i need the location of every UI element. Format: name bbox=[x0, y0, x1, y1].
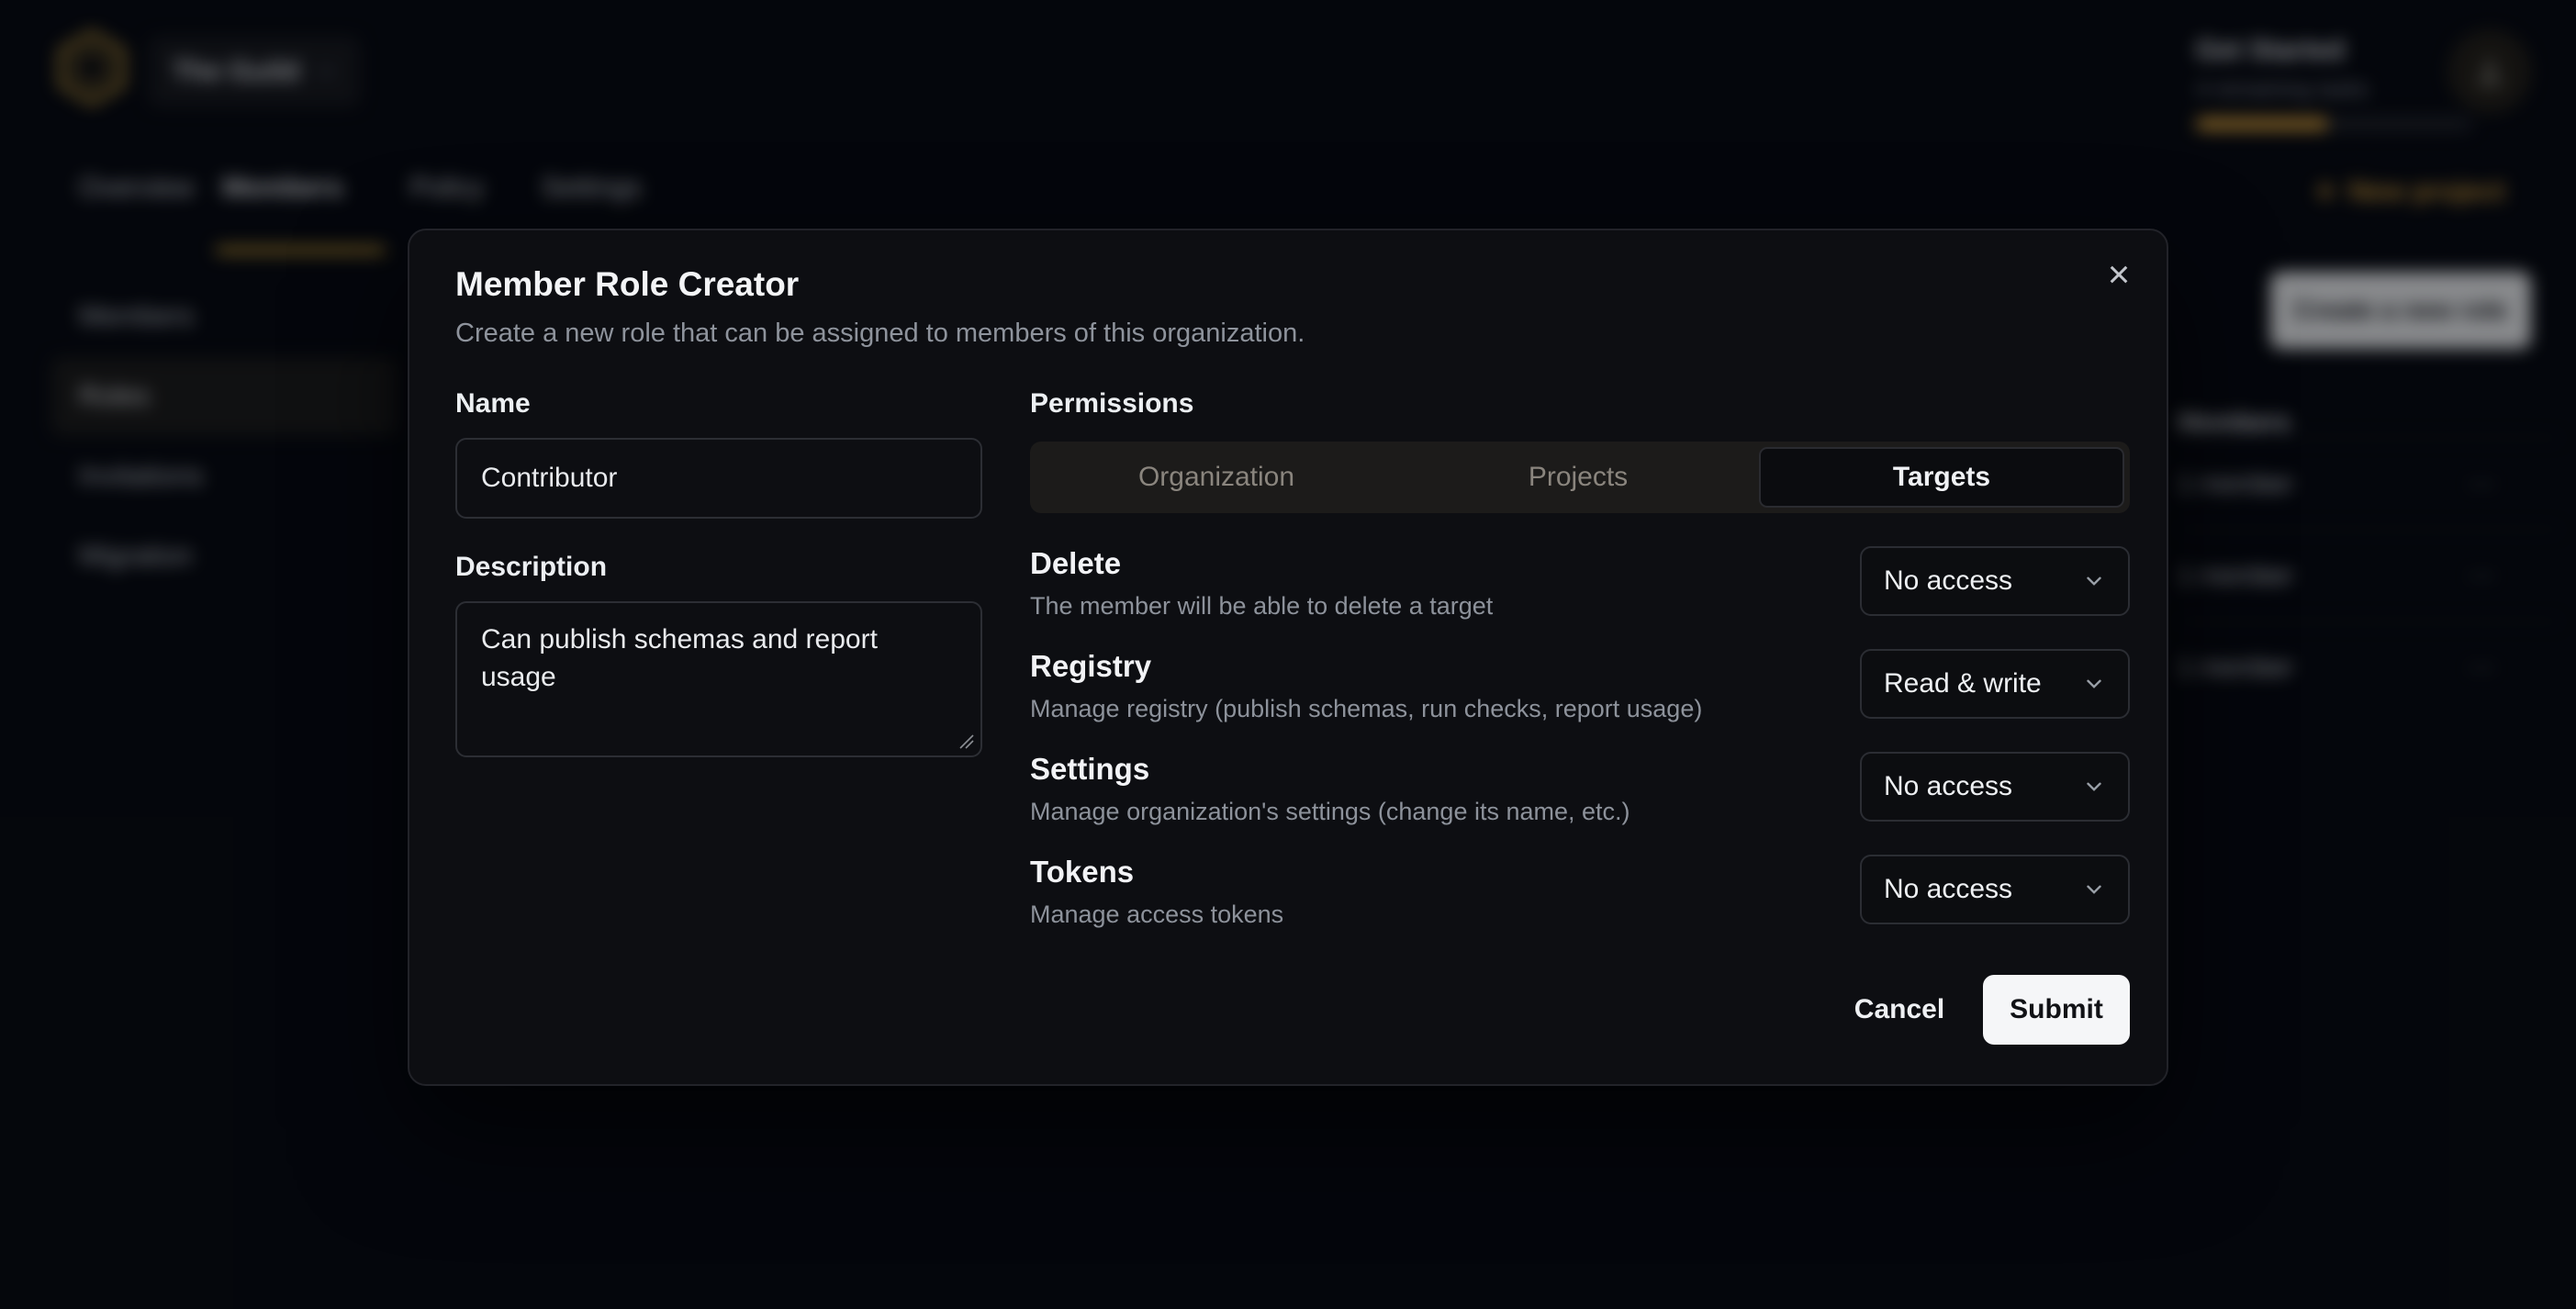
permissions-tablist: Organization Projects Targets bbox=[1030, 442, 2130, 513]
chevron-down-icon bbox=[2082, 569, 2106, 593]
chevron-down-icon bbox=[2082, 672, 2106, 696]
dialog-title: Member Role Creator bbox=[455, 265, 799, 304]
access-select-value: No access bbox=[1884, 771, 2012, 802]
perm-tab-targets[interactable]: Targets bbox=[1759, 447, 2124, 508]
name-input[interactable] bbox=[455, 438, 982, 519]
perm-row-tokens: Tokens Manage access tokens No access bbox=[1030, 855, 2130, 943]
member-role-creator-dialog: × Member Role Creator Create a new role … bbox=[408, 229, 2168, 1086]
permissions-label: Permissions bbox=[1030, 388, 1193, 420]
access-select-tokens[interactable]: No access bbox=[1860, 855, 2130, 924]
access-select-settings[interactable]: No access bbox=[1860, 752, 2130, 822]
perm-tab-organization[interactable]: Organization bbox=[1036, 447, 1397, 508]
chevron-down-icon bbox=[2082, 878, 2106, 901]
description-label: Description bbox=[455, 552, 607, 583]
perm-row-settings: Settings Manage organization's settings … bbox=[1030, 752, 2130, 840]
app-root: The Guild Get Started 4 remaining tasks … bbox=[0, 0, 2576, 1309]
access-select-registry[interactable]: Read & write bbox=[1860, 649, 2130, 719]
name-label: Name bbox=[455, 388, 531, 420]
access-select-value: Read & write bbox=[1884, 668, 2042, 699]
close-icon: × bbox=[2108, 252, 2131, 296]
resize-handle-icon[interactable] bbox=[957, 732, 975, 750]
submit-button[interactable]: Submit bbox=[1983, 975, 2130, 1045]
perm-row-delete: Delete The member will be able to delete… bbox=[1030, 546, 2130, 634]
access-select-value: No access bbox=[1884, 565, 2012, 597]
description-field: Can publish schemas and report usage bbox=[455, 601, 982, 757]
perm-tab-projects[interactable]: Projects bbox=[1397, 447, 1759, 508]
access-select-value: No access bbox=[1884, 874, 2012, 905]
cancel-button[interactable]: Cancel bbox=[1828, 975, 1971, 1045]
chevron-down-icon bbox=[2082, 775, 2106, 799]
close-button[interactable]: × bbox=[2095, 251, 2143, 298]
access-select-delete[interactable]: No access bbox=[1860, 546, 2130, 616]
dialog-subtitle: Create a new role that can be assigned t… bbox=[455, 319, 1305, 349]
perm-row-registry: Registry Manage registry (publish schema… bbox=[1030, 649, 2130, 737]
description-textarea[interactable]: Can publish schemas and report usage bbox=[455, 601, 982, 757]
